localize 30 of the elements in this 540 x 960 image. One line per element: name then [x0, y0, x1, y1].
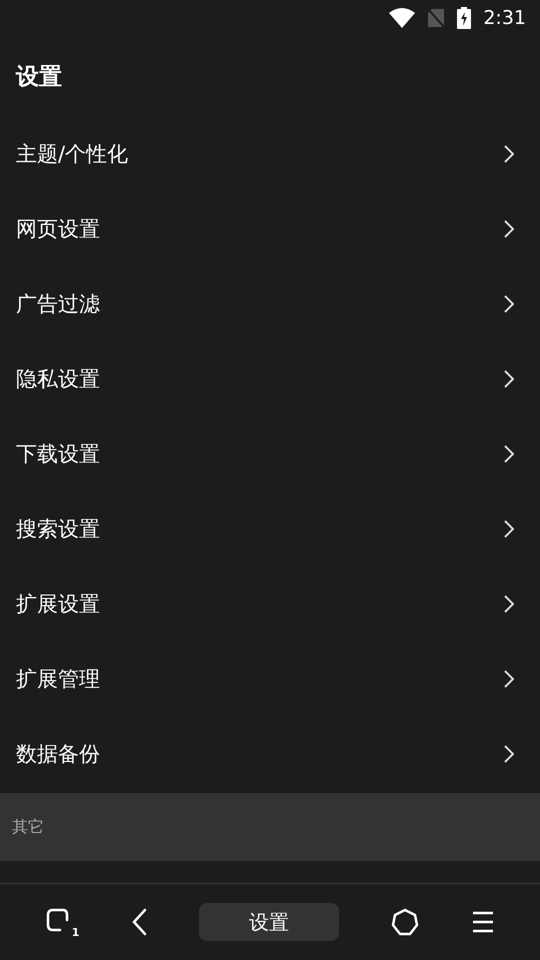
status-time: 2:31: [483, 7, 526, 29]
settings-item[interactable]: 下载设置: [0, 416, 540, 491]
settings-item[interactable]: 网页设置: [0, 191, 540, 266]
chevron-right-icon: [504, 294, 514, 312]
settings-item[interactable]: 扩展设置: [0, 566, 540, 641]
settings-item[interactable]: 搜索设置: [0, 491, 540, 566]
settings-item[interactable]: 主题/个性化: [0, 116, 540, 191]
chevron-right-icon: [504, 370, 514, 388]
page-title: 设置: [16, 62, 62, 92]
no-sim-icon: [427, 8, 446, 28]
settings-item[interactable]: 广告过滤: [0, 266, 540, 341]
chevron-right-icon: [504, 520, 514, 538]
section-title: 其它: [12, 816, 44, 838]
address-button[interactable]: 设置: [198, 903, 339, 941]
wifi-icon: [389, 8, 416, 28]
tab-count: 1: [72, 926, 80, 939]
battery-charging-icon: [457, 7, 472, 29]
home-icon[interactable]: [390, 907, 420, 937]
settings-item[interactable]: 扩展管理: [0, 641, 540, 716]
chevron-right-icon: [504, 220, 514, 238]
chevron-right-icon: [504, 744, 514, 762]
chevron-right-icon: [504, 444, 514, 462]
chevron-right-icon: [504, 144, 514, 162]
settings-item[interactable]: 隐私设置: [0, 341, 540, 416]
chevron-right-icon: [504, 670, 514, 688]
chevron-right-icon: [504, 594, 514, 612]
tabs-button[interactable]: 1: [45, 907, 80, 937]
settings-item[interactable]: 数据备份: [0, 716, 540, 791]
back-icon[interactable]: [130, 908, 148, 936]
menu-icon[interactable]: [470, 911, 495, 933]
